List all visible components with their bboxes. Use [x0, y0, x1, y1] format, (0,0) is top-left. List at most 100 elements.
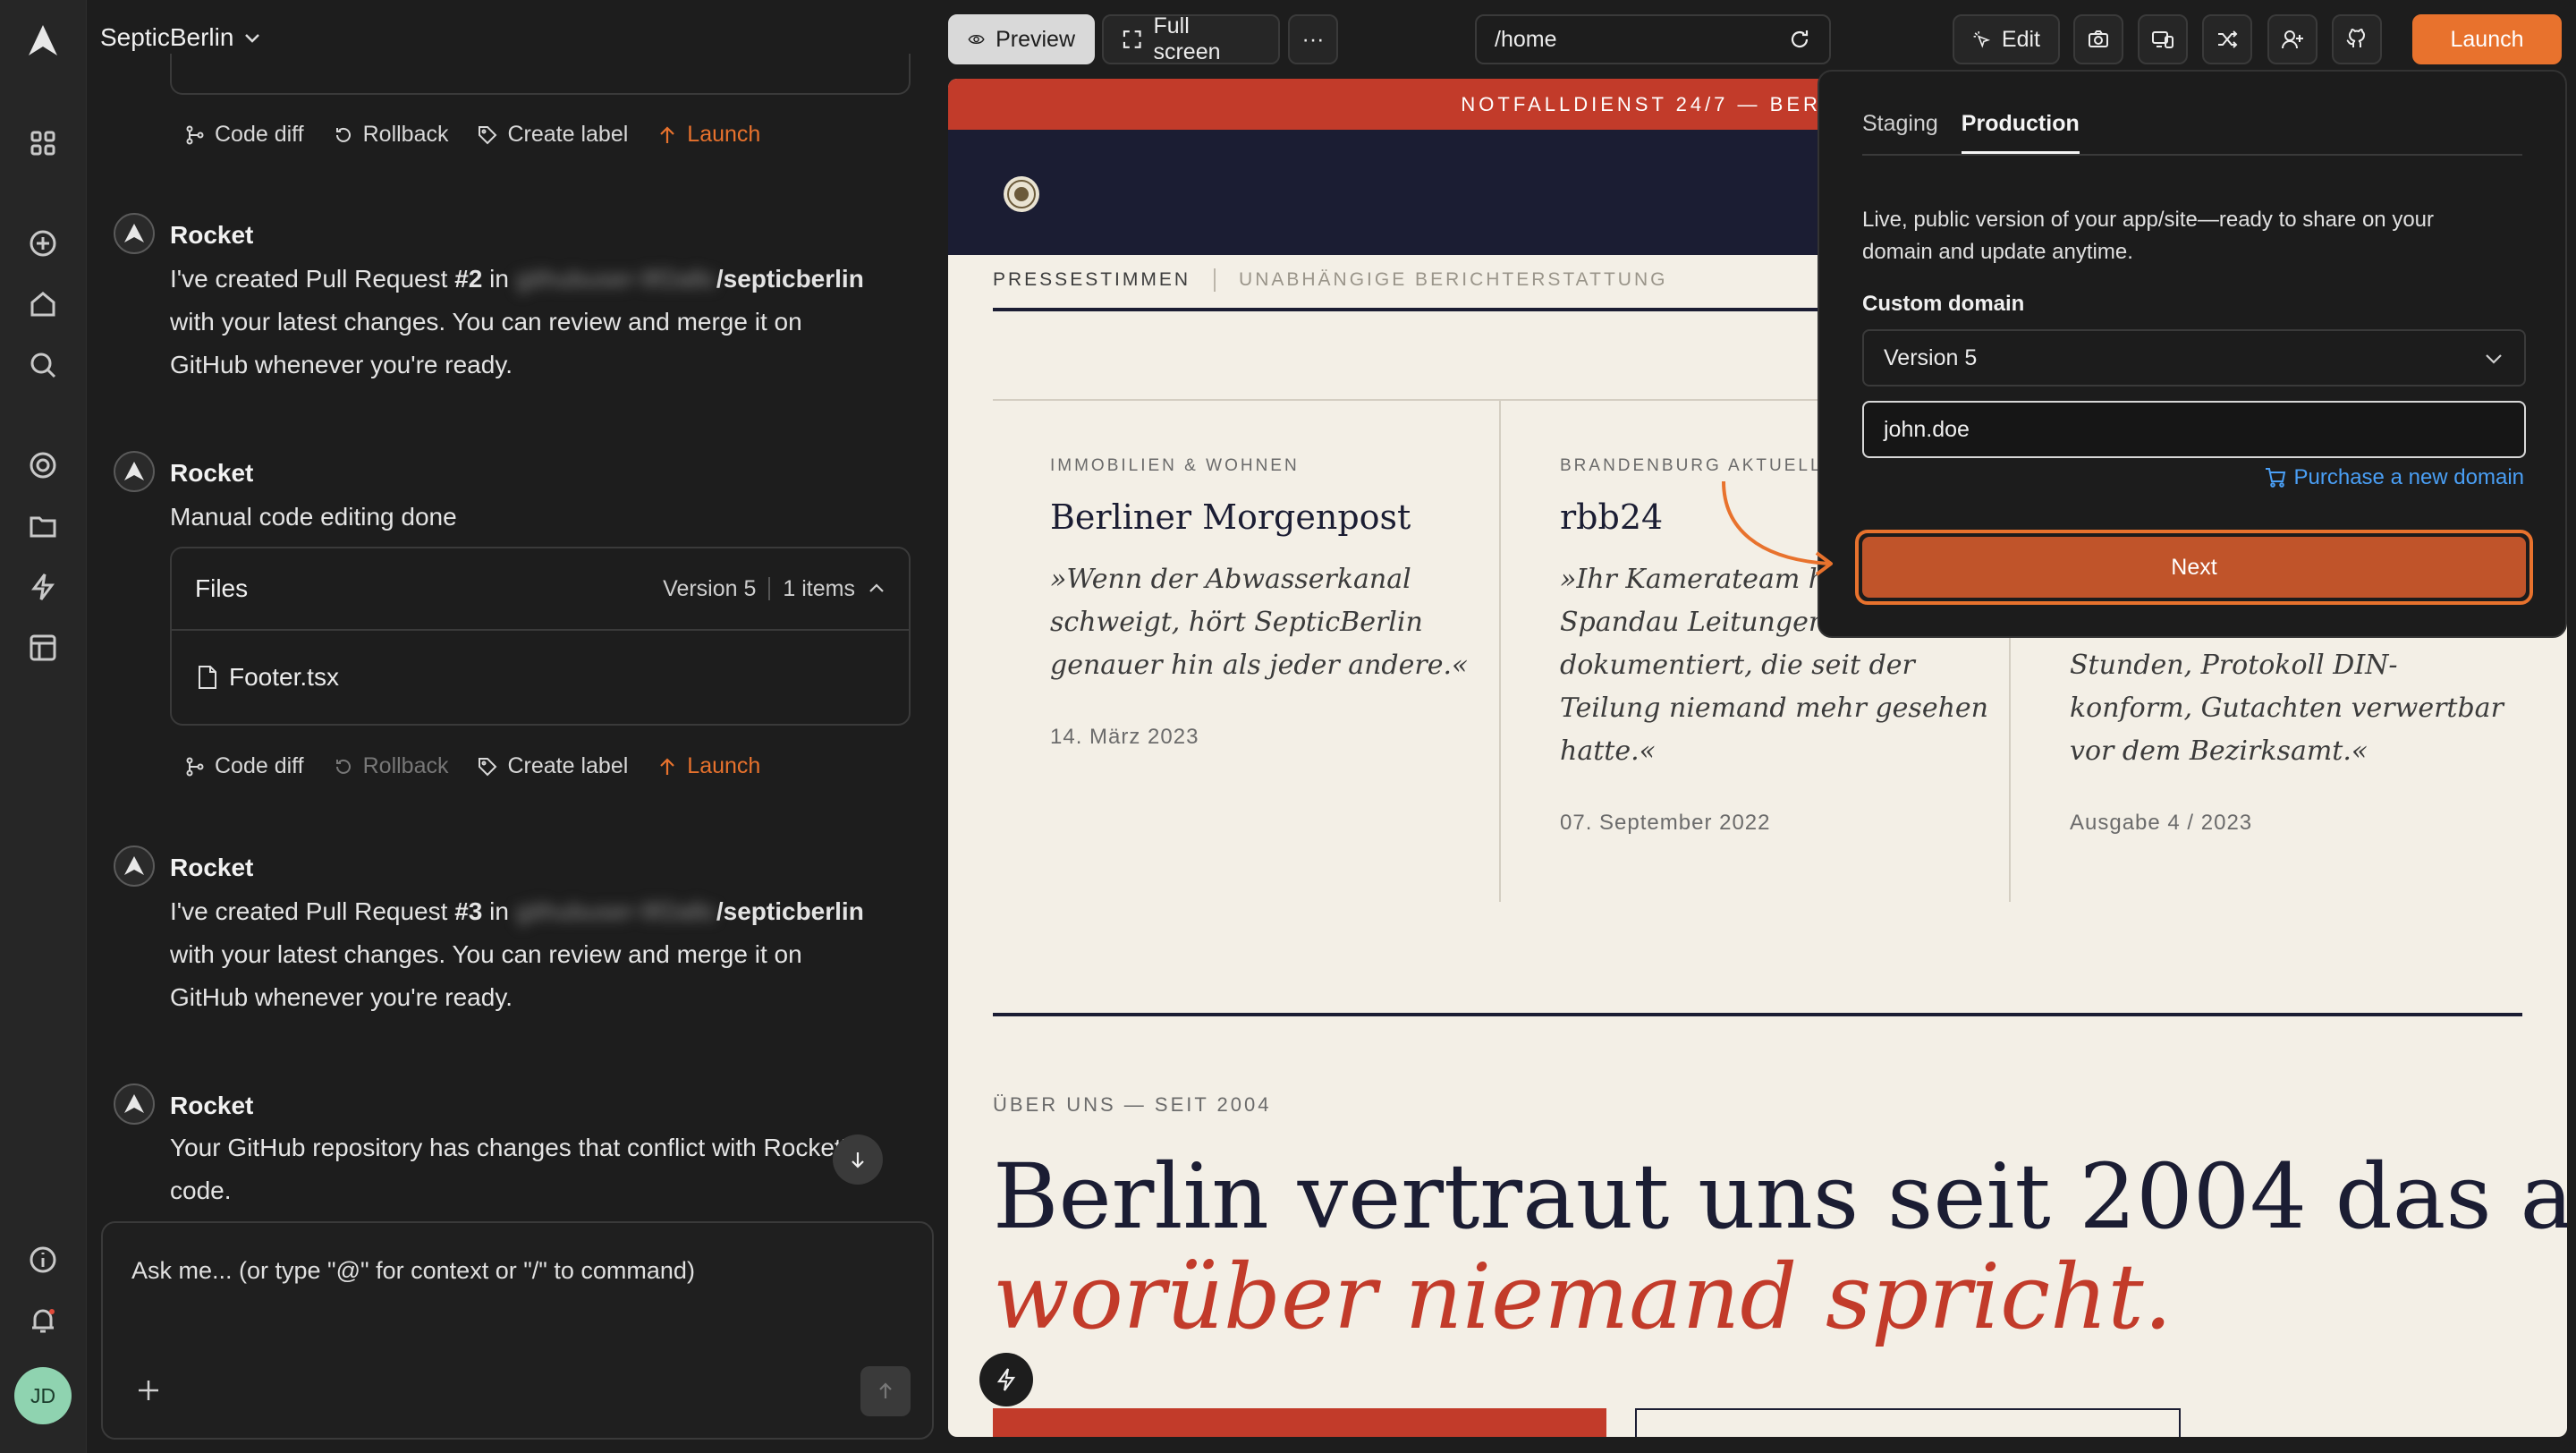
edit-button[interactable]: Edit	[1953, 14, 2060, 64]
rollback-button[interactable]: Rollback	[333, 122, 448, 148]
devices-icon	[2151, 28, 2174, 51]
next-button[interactable]: Next	[1862, 537, 2526, 598]
file-name: Footer.tsx	[229, 663, 339, 691]
launch-label: Launch	[687, 122, 761, 147]
divider	[1214, 268, 1216, 292]
message-text-part: I've created Pull Request	[170, 265, 455, 293]
more-options-button[interactable]: ···	[1288, 14, 1338, 64]
camera-icon	[2087, 28, 2110, 51]
preview-button[interactable]: Preview	[948, 14, 1095, 64]
version-select[interactable]: Version 5	[1862, 329, 2526, 387]
create-label-label: Create label	[507, 753, 629, 778]
tag-icon	[477, 124, 498, 146]
about-headline-accent: worüber niemand spricht.	[993, 1245, 2173, 1349]
message-text-line: with your latest changes. You can review…	[170, 940, 802, 968]
arrow-up-icon	[657, 124, 678, 146]
grid-icon[interactable]	[27, 127, 59, 159]
code-diff-button[interactable]: Code diff	[184, 753, 304, 779]
search-icon[interactable]	[27, 349, 59, 381]
project-name: SepticBerlin	[100, 23, 234, 51]
quote-line: »Wenn der Abwasserkanal	[1050, 564, 1411, 595]
quick-action-button[interactable]	[979, 1353, 1033, 1406]
site-seal-icon[interactable]	[1002, 174, 1041, 214]
tab-staging[interactable]: Staging	[1862, 111, 1938, 154]
url-path: /home	[1495, 26, 1557, 52]
refresh-icon[interactable]	[1788, 28, 1811, 51]
message-text: Your GitHub repository has changes that …	[170, 1126, 859, 1212]
message-text-line: GitHub whenever you're ready.	[170, 983, 513, 1011]
devices-button[interactable]	[2138, 14, 2188, 64]
cta-primary[interactable]	[993, 1408, 1606, 1437]
repo-name: /septicberlin	[716, 265, 864, 293]
next-button-highlight: Next	[1855, 530, 2533, 605]
invite-user-button[interactable]	[2267, 14, 2318, 64]
rocket-avatar-icon	[114, 1083, 155, 1125]
message-actions-1: Code diff Rollback Create label Launch	[184, 122, 760, 148]
message-text-part: in	[482, 897, 516, 925]
eye-icon	[968, 26, 985, 53]
arrow-down-icon	[847, 1149, 869, 1170]
git-branch-icon	[184, 756, 206, 777]
fullscreen-label: Full screen	[1153, 13, 1221, 64]
code-diff-button[interactable]: Code diff	[184, 122, 304, 148]
launch-link[interactable]: Launch	[657, 753, 760, 779]
purchase-domain-link[interactable]: Purchase a new domain	[2264, 465, 2524, 490]
tab-production[interactable]: Production	[1961, 111, 2080, 154]
press-sublabel: UNABHÄNGIGE BERICHTERSTATTUNG	[1239, 269, 1668, 290]
message-author: Rocket	[170, 459, 254, 487]
tag-icon	[477, 756, 498, 777]
info-icon[interactable]	[27, 1244, 59, 1276]
press-card-outlet: Berliner Morgenpost	[1050, 497, 1411, 537]
repo-name: /septicberlin	[716, 897, 864, 925]
about-label: ÜBER UNS — SEIT 2004	[993, 1093, 1272, 1116]
expand-icon	[1122, 29, 1142, 50]
create-label-button[interactable]: Create label	[477, 753, 628, 779]
send-button[interactable]	[860, 1366, 911, 1416]
github-icon	[2345, 28, 2368, 51]
press-card-quote: Stunden, Protokoll DIN- konform, Gutacht…	[2070, 644, 2504, 773]
files-card-header[interactable]: Files Version 5 1 items	[172, 548, 909, 631]
chat-input[interactable]: Ask me... (or type "@" for context or "/…	[131, 1257, 695, 1285]
press-card-date: Ausgabe 4 / 2023	[2070, 811, 2253, 835]
create-label-button[interactable]: Create label	[477, 122, 628, 148]
domain-input[interactable]: john.doe	[1862, 401, 2526, 458]
rollback-button[interactable]: Rollback	[333, 753, 449, 779]
lightning-icon[interactable]	[27, 571, 59, 603]
files-version: Version 5	[663, 575, 757, 601]
launch-button[interactable]: Launch	[2412, 14, 2562, 64]
project-switcher[interactable]: SepticBerlin	[100, 23, 262, 52]
environment-tabs: Staging Production	[1862, 111, 2522, 156]
chevron-up-icon[interactable]	[868, 580, 886, 598]
shuffle-button[interactable]	[2202, 14, 2252, 64]
layout-icon[interactable]	[27, 632, 59, 664]
rollback-label: Rollback	[362, 753, 449, 778]
screenshot-button[interactable]	[2073, 14, 2123, 64]
fullscreen-button[interactable]: Full screen	[1102, 13, 1280, 64]
left-rail: JD	[0, 0, 87, 1453]
cta-secondary[interactable]	[1635, 1408, 2181, 1437]
message-text: Manual code editing done	[170, 503, 457, 531]
scroll-down-button[interactable]	[833, 1134, 883, 1185]
github-button[interactable]	[2332, 14, 2382, 64]
message-text: I've created Pull Request #3 in githubus…	[170, 890, 864, 1019]
avatar[interactable]: JD	[14, 1367, 72, 1424]
launch-link[interactable]: Launch	[657, 122, 760, 148]
target-icon[interactable]	[27, 449, 59, 481]
message-text-line: Your GitHub repository has changes that …	[170, 1134, 860, 1161]
quote-line: konform, Gutachten verwertbar	[2070, 693, 2504, 724]
rocket-logo-icon[interactable]	[25, 23, 61, 59]
folder-icon[interactable]	[27, 510, 59, 542]
home-icon[interactable]	[27, 288, 59, 320]
chevron-down-icon	[2483, 347, 2504, 369]
pull-request-number: #2	[454, 265, 483, 293]
quote-line: Teilung niemand mehr gesehen	[1560, 693, 1988, 724]
plus-icon[interactable]	[135, 1377, 162, 1404]
launch-popover: Staging Production Live, public version …	[1818, 70, 2567, 638]
add-circle-icon[interactable]	[27, 227, 59, 259]
message-text-part: I've created Pull Request	[170, 897, 455, 925]
file-row[interactable]: Footer.tsx	[172, 631, 909, 724]
press-card: IMMOBILIEN & WOHNEN Berliner Morgenpost …	[993, 401, 1501, 902]
url-bar[interactable]: /home	[1475, 14, 1831, 64]
bell-icon[interactable]	[27, 1304, 59, 1337]
quote-line: Stunden, Protokoll DIN-	[2070, 650, 2398, 681]
